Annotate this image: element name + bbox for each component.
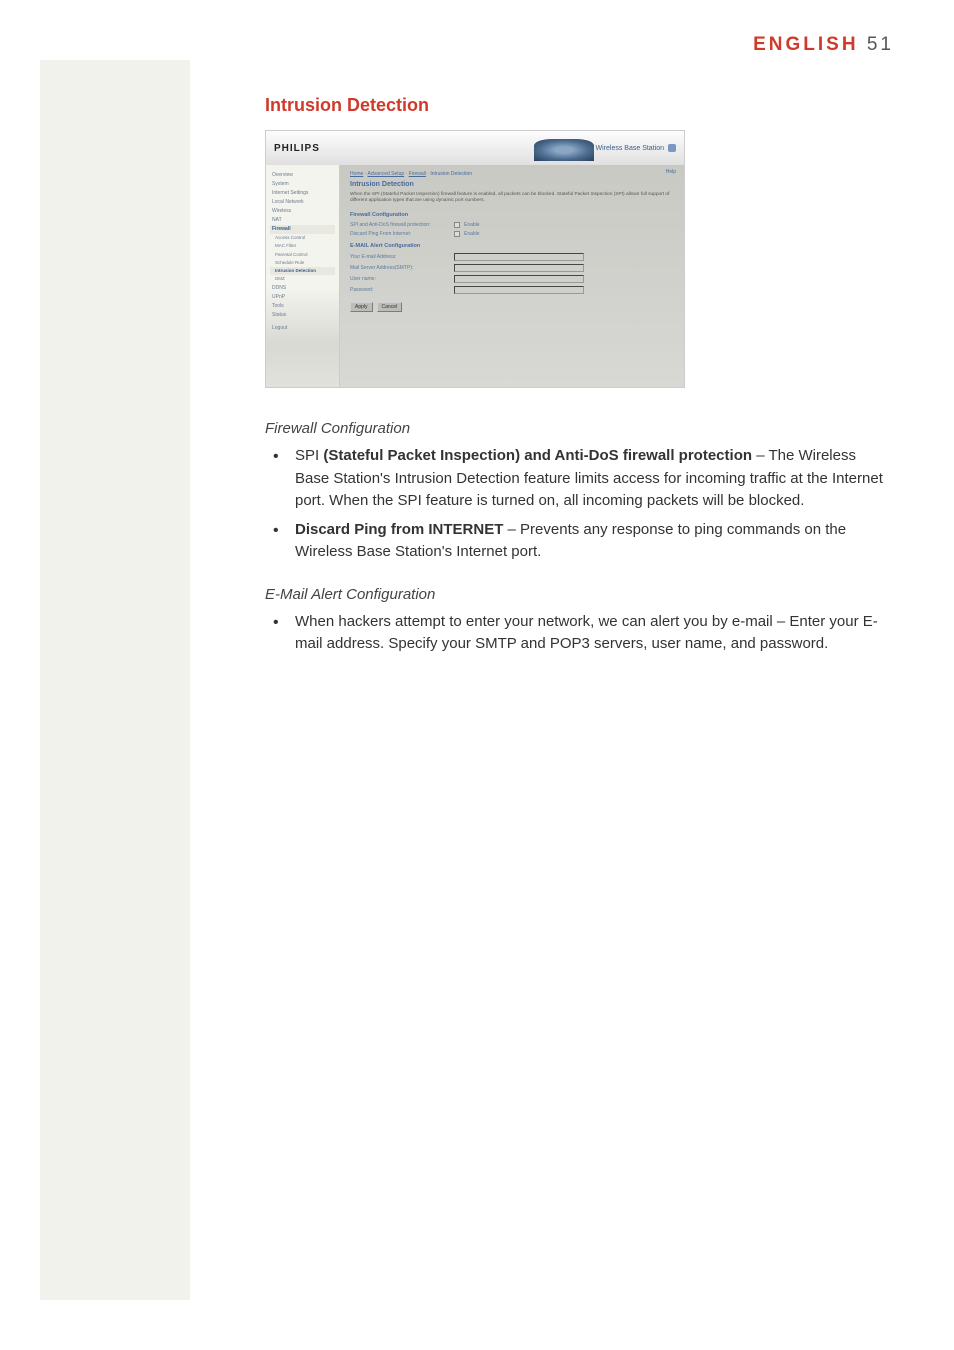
- row-spi: SPI and Anti-DoS firewall protection: En…: [350, 222, 674, 228]
- ss-product-label: Wireless Base Station: [596, 144, 676, 152]
- ss-brand: PHILIPS: [274, 143, 320, 154]
- row-user: User name:: [350, 275, 674, 283]
- email-config-subhead: E-Mail Alert Configuration: [265, 586, 890, 603]
- crumb-advanced[interactable]: Advanced Setup: [368, 171, 405, 177]
- password-input[interactable]: [454, 286, 584, 294]
- ss-firewall-config-heading: Firewall Configuration: [350, 212, 674, 218]
- row-spi-label: SPI and Anti-DoS firewall protection:: [350, 222, 450, 228]
- row-pass-label: Password:: [350, 287, 450, 293]
- page-header: ENGLISH 51: [753, 34, 894, 56]
- bullet-spi-bold: (Stateful Packet Inspection) and Anti-Do…: [323, 447, 752, 464]
- sidebar-item-wireless[interactable]: Wireless: [270, 207, 335, 216]
- row-user-label: User name:: [350, 276, 450, 282]
- bullet-spi-lead: SPI: [295, 447, 323, 464]
- username-input[interactable]: [454, 275, 584, 283]
- main-content: Intrusion Detection PHILIPS Wireless Bas…: [265, 95, 890, 678]
- crumb-firewall[interactable]: Firewall: [409, 171, 426, 177]
- sidebar-item-firewall[interactable]: Firewall: [270, 225, 335, 234]
- smtp-server-input[interactable]: [454, 264, 584, 272]
- left-margin-block: [40, 60, 190, 1300]
- row-ping: Discard Ping From Internet: Enable: [350, 231, 674, 237]
- sidebar-sub-schedule-rule[interactable]: Schedule Rule: [270, 259, 335, 267]
- spi-enable-checkbox[interactable]: [454, 222, 460, 228]
- ss-button-row: Apply Cancel: [350, 302, 674, 312]
- sidebar-item-upnp[interactable]: UPnP: [270, 293, 335, 302]
- row-pass: Password:: [350, 286, 674, 294]
- sidebar-item-logout[interactable]: Logout: [270, 324, 335, 333]
- sidebar-item-internet-settings[interactable]: Internet Settings: [270, 189, 335, 198]
- row-smtp-label: Mail Server Address(SMTP):: [350, 265, 450, 271]
- sidebar-sub-parental-control[interactable]: Parental Control: [270, 251, 335, 259]
- email-config-list: When hackers attempt to enter your netwo…: [265, 611, 890, 656]
- sidebar-sub-dmz[interactable]: DMZ: [270, 275, 335, 283]
- sidebar-item-tools[interactable]: Tools: [270, 302, 335, 311]
- ss-description: When the SPI (Stateful Packet Inspection…: [350, 192, 674, 204]
- row-spi-option: Enable: [464, 222, 480, 228]
- row-email-label: Your E-mail Address:: [350, 254, 450, 260]
- row-ping-option: Enable: [464, 231, 480, 237]
- bullet-email: When hackers attempt to enter your netwo…: [267, 611, 890, 656]
- firewall-config-subhead: Firewall Configuration: [265, 420, 890, 437]
- apply-button[interactable]: Apply: [350, 302, 373, 312]
- ss-email-config-heading: E-MAIL Alert Configuration: [350, 243, 674, 249]
- row-ping-label: Discard Ping From Internet:: [350, 231, 450, 237]
- section-title: Intrusion Detection: [265, 95, 890, 116]
- sidebar-item-local-network[interactable]: Local Network: [270, 198, 335, 207]
- bullet-spi: SPI (Stateful Packet Inspection) and Ant…: [267, 445, 890, 513]
- intrusion-detection-screenshot: PHILIPS Wireless Base Station Overview S…: [265, 130, 685, 388]
- email-address-input[interactable]: [454, 253, 584, 261]
- bullet-ping-bold: Discard Ping from INTERNET: [295, 521, 503, 538]
- sidebar-item-overview[interactable]: Overview: [270, 171, 335, 180]
- breadcrumb: Home · Advanced Setup · Firewall · Intru…: [350, 171, 674, 177]
- ping-enable-checkbox[interactable]: [454, 231, 460, 237]
- help-link[interactable]: Help: [666, 169, 676, 175]
- header-language: ENGLISH: [753, 34, 858, 55]
- row-email: Your E-mail Address:: [350, 253, 674, 261]
- sidebar-sub-intrusion-detection[interactable]: Intrusion Detection: [270, 267, 335, 275]
- sidebar-sub-access-control[interactable]: Access Control: [270, 234, 335, 242]
- sidebar-item-status[interactable]: Status: [270, 311, 335, 320]
- sidebar-item-system[interactable]: System: [270, 180, 335, 189]
- ss-main-title: Intrusion Detection: [350, 181, 674, 188]
- bullet-ping: Discard Ping from INTERNET – Prevents an…: [267, 519, 890, 564]
- ss-body: Overview System Internet Settings Local …: [266, 165, 684, 388]
- ss-hero-image: [534, 139, 594, 161]
- wifi-icon: [668, 144, 676, 152]
- ss-main-panel: Help Home · Advanced Setup · Firewall · …: [340, 165, 684, 388]
- sidebar-item-ddns[interactable]: DDNS: [270, 284, 335, 293]
- row-smtp: Mail Server Address(SMTP):: [350, 264, 674, 272]
- ss-sidebar: Overview System Internet Settings Local …: [266, 165, 340, 388]
- sidebar-sub-mac-filter[interactable]: MAC Filter: [270, 242, 335, 250]
- firewall-config-list: SPI (Stateful Packet Inspection) and Ant…: [265, 445, 890, 564]
- ss-topbar: PHILIPS Wireless Base Station: [266, 131, 684, 165]
- crumb-home[interactable]: Home: [350, 171, 363, 177]
- header-page-number: 51: [867, 34, 894, 55]
- cancel-button[interactable]: Cancel: [377, 302, 403, 312]
- crumb-current: Intrusion Detection: [430, 171, 472, 177]
- sidebar-item-nat[interactable]: NAT: [270, 216, 335, 225]
